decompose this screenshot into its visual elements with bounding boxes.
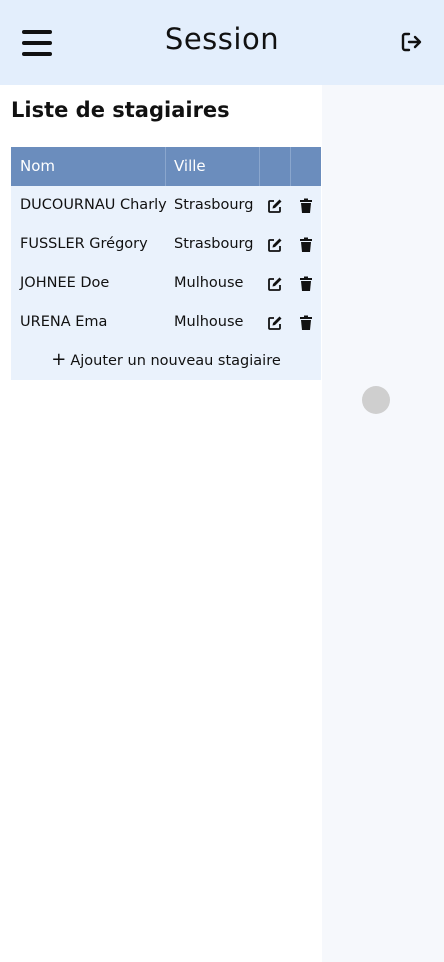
trash-icon[interactable] <box>299 198 313 214</box>
page: Session Liste de stagiaires Nom Ville DU… <box>0 0 444 962</box>
add-trainee-label: Ajouter un nouveau stagiaire <box>70 353 281 369</box>
edit-icon[interactable] <box>267 276 283 292</box>
trash-icon[interactable] <box>299 237 313 253</box>
trainees-table: Nom Ville DUCOURNAU Charly Strasbourg FU… <box>11 147 321 380</box>
trainee-city: Strasbourg <box>174 236 254 252</box>
plus-icon: + <box>51 349 67 370</box>
edit-icon[interactable] <box>267 198 283 214</box>
trainee-name: FUSSLER Grégory <box>20 236 148 252</box>
table-header: Nom Ville <box>11 147 321 186</box>
trainee-name: DUCOURNAU Charly <box>20 197 167 213</box>
trainee-name: JOHNEE Doe <box>20 275 110 291</box>
trainee-city: Strasbourg <box>174 197 254 213</box>
page-title: Session <box>164 22 280 56</box>
trainee-name: URENA Ema <box>20 314 108 330</box>
trash-icon[interactable] <box>299 276 313 292</box>
section-title: Liste de stagiaires <box>11 98 230 122</box>
edit-icon[interactable] <box>267 237 283 253</box>
table-row: JOHNEE Doe Mulhouse <box>11 264 321 303</box>
column-divider <box>165 147 166 186</box>
background-panel <box>322 85 444 962</box>
add-trainee-button[interactable]: + Ajouter un nouveau stagiaire <box>11 342 321 380</box>
column-divider <box>290 147 291 186</box>
touch-indicator <box>362 386 390 414</box>
trainee-city: Mulhouse <box>174 275 244 291</box>
table-body: DUCOURNAU Charly Strasbourg FUSSLER Grég… <box>11 186 321 380</box>
column-header-nom: Nom <box>20 157 56 175</box>
trash-icon[interactable] <box>299 315 313 331</box>
logout-icon[interactable] <box>400 30 426 54</box>
column-divider <box>259 147 260 186</box>
table-row: URENA Ema Mulhouse <box>11 303 321 342</box>
table-row: FUSSLER Grégory Strasbourg <box>11 225 321 264</box>
trainee-city: Mulhouse <box>174 314 244 330</box>
app-header: Session <box>0 0 444 85</box>
column-header-ville: Ville <box>174 157 206 175</box>
table-row: DUCOURNAU Charly Strasbourg <box>11 186 321 225</box>
edit-icon[interactable] <box>267 315 283 331</box>
